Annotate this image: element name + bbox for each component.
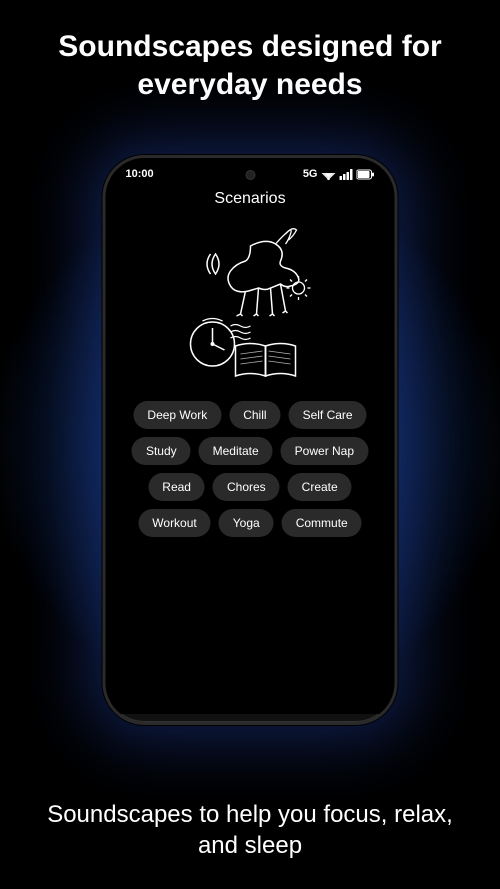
status-time: 10:00 [126, 168, 154, 180]
chips-row-1: Deep Work Chill Self Care [133, 401, 366, 429]
camera-dot [245, 170, 255, 180]
bottom-text-area: Soundscapes to help you focus, relax, an… [0, 799, 500, 861]
signal-label: 5G [303, 168, 318, 180]
signal-icon [340, 169, 353, 180]
chip-power-nap[interactable]: Power Nap [281, 437, 368, 465]
status-right: 5G [303, 168, 375, 180]
chip-yoga[interactable]: Yoga [219, 509, 274, 537]
subline: Soundscapes to help you focus, relax, an… [0, 799, 500, 861]
wifi-icon [322, 169, 336, 180]
chip-read[interactable]: Read [148, 473, 205, 501]
chip-study[interactable]: Study [132, 437, 191, 465]
screen-title: Scenarios [214, 190, 285, 208]
chips-row-2: Study Meditate Power Nap [132, 437, 368, 465]
battery-icon [357, 169, 375, 180]
top-text-area: Soundscapes designed for everyday needs [0, 28, 500, 103]
illustration [150, 216, 350, 391]
chip-workout[interactable]: Workout [138, 509, 210, 537]
screen-content: Scenarios [106, 186, 395, 714]
chip-chores[interactable]: Chores [213, 473, 280, 501]
chip-meditate[interactable]: Meditate [199, 437, 273, 465]
chip-deep-work[interactable]: Deep Work [133, 401, 221, 429]
chips-row-4: Workout Yoga Commute [138, 509, 361, 537]
chip-chill[interactable]: Chill [229, 401, 280, 429]
chips-row-3: Read Chores Create [148, 473, 351, 501]
headline: Soundscapes designed for everyday needs [0, 28, 500, 103]
chip-commute[interactable]: Commute [282, 509, 362, 537]
chips-container: Deep Work Chill Self Care Study Meditate… [120, 401, 381, 537]
chip-create[interactable]: Create [288, 473, 352, 501]
phone-frame: 10:00 5G Scenario [103, 155, 398, 725]
chip-self-care[interactable]: Self Care [289, 401, 367, 429]
